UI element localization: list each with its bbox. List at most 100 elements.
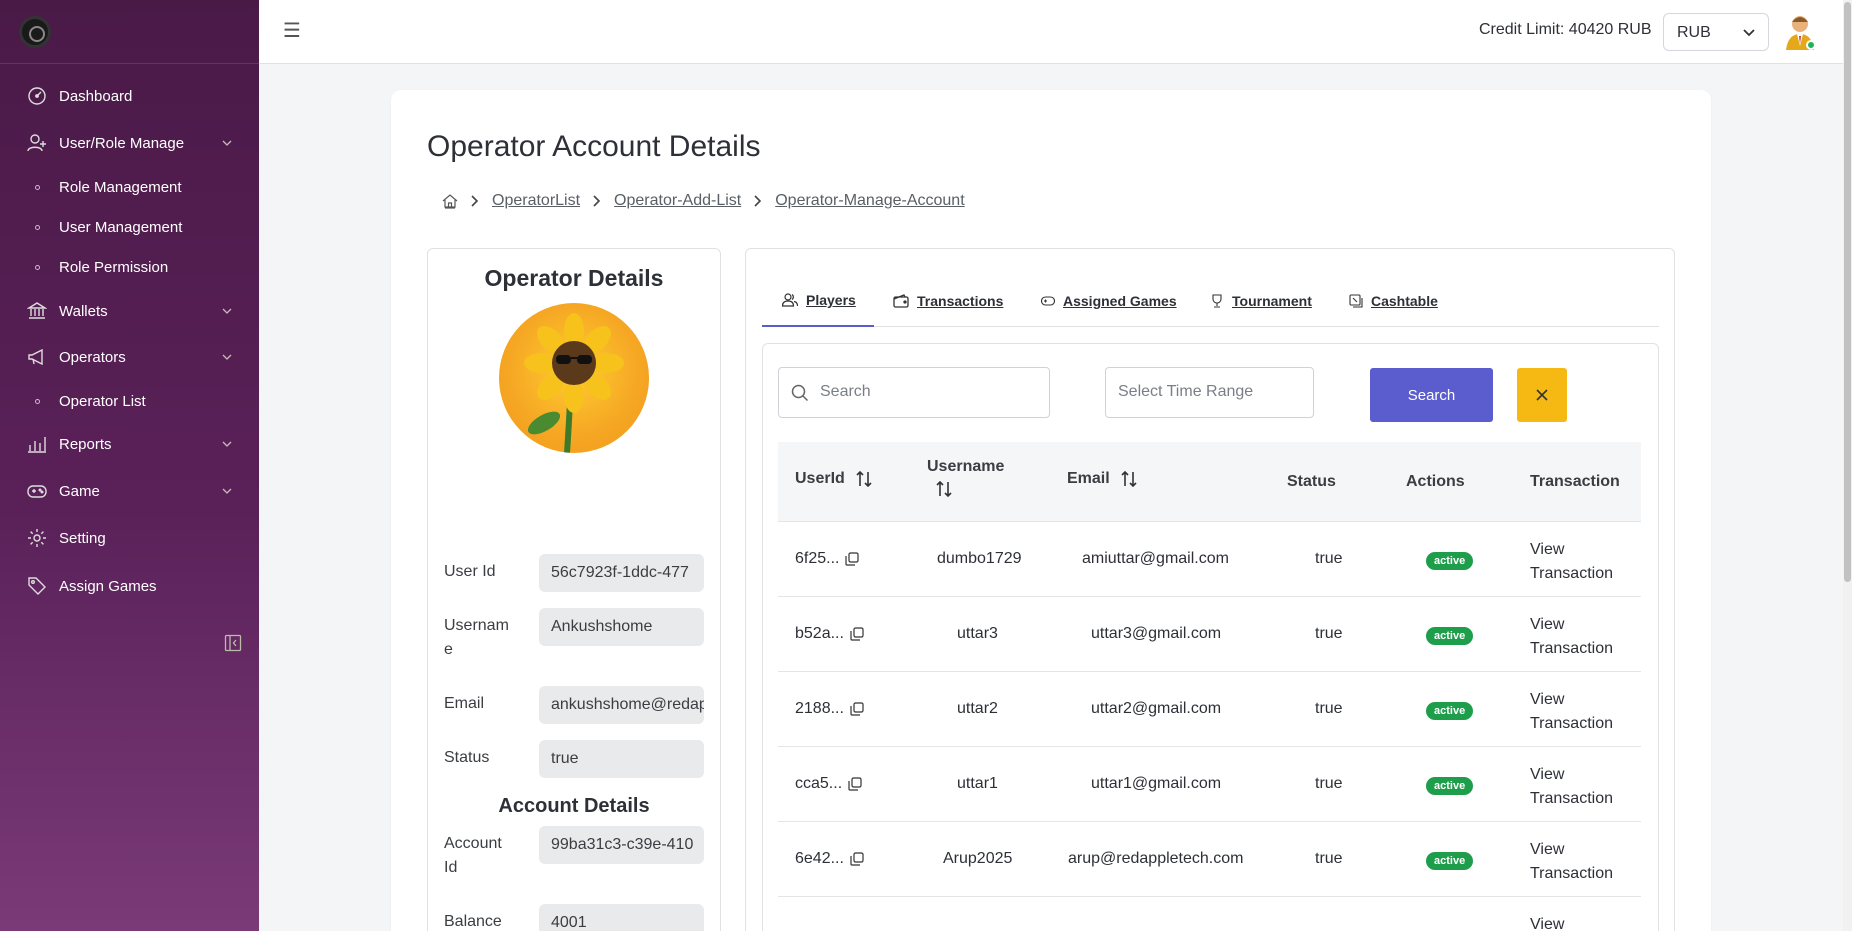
search-button[interactable]: Search xyxy=(1370,368,1493,422)
page-title: Operator Account Details xyxy=(427,130,761,163)
email-cell: arup@redappletech.com xyxy=(1068,850,1244,867)
sidebar-item-label: Wallets xyxy=(59,302,108,320)
scrollbar-thumb[interactable] xyxy=(1844,2,1851,582)
email-label: Email xyxy=(444,695,485,712)
copy-icon[interactable] xyxy=(850,852,864,866)
column-label: Transaction xyxy=(1530,473,1620,490)
active-badge[interactable]: active xyxy=(1426,777,1474,795)
user-id-text: b52a... xyxy=(795,625,844,642)
trophy-icon xyxy=(1210,294,1224,308)
sidebar-item-operator-list[interactable]: Operator List xyxy=(0,382,259,420)
sidebar-item-game[interactable]: Game xyxy=(0,472,259,510)
sidebar-item-user-management[interactable]: User Management xyxy=(0,208,259,246)
collapse-sidebar-icon[interactable] xyxy=(224,634,242,652)
page-scrollbar[interactable] xyxy=(1843,0,1852,931)
breadcrumb-link-operator-manage-account[interactable]: Operator-Manage-Account xyxy=(775,192,964,210)
status-cell: true xyxy=(1315,625,1343,642)
column-label: Email xyxy=(1067,470,1110,487)
sidebar-item-role-permission[interactable]: Role Permission xyxy=(0,248,259,286)
sidebar-item-dashboard[interactable]: Dashboard xyxy=(0,77,259,115)
view-transaction-link[interactable]: View Transaction xyxy=(1530,538,1630,586)
currency-select[interactable]: RUB xyxy=(1663,13,1769,51)
column-header-email[interactable]: Email xyxy=(1067,470,1138,488)
user-id-label: User Id xyxy=(444,563,496,580)
operator-details-title: Operator Details xyxy=(484,265,664,291)
breadcrumb-link-operator-add-list[interactable]: Operator-Add-List xyxy=(614,192,741,210)
sidebar-item-user-role-manage[interactable]: User/Role Manage xyxy=(0,124,259,162)
balance-field: 4001 xyxy=(539,904,704,931)
view-transaction-link[interactable]: View Transaction xyxy=(1530,688,1630,736)
tab-players[interactable]: Players xyxy=(762,275,874,327)
bullet-icon xyxy=(35,224,40,230)
tab-label: Transactions xyxy=(917,293,1004,309)
copy-icon[interactable] xyxy=(845,552,860,566)
copy-icon[interactable] xyxy=(850,702,864,716)
sort-icon[interactable] xyxy=(1120,470,1138,488)
tab-transactions[interactable]: Transactions xyxy=(893,275,1003,327)
chevron-right-icon xyxy=(753,194,763,208)
tab-label: Cashtable xyxy=(1371,293,1438,309)
chevron-right-icon xyxy=(470,194,480,208)
table-row: 2188... uttar2 uttar2@gmail.com true act… xyxy=(778,672,1641,747)
home-icon[interactable] xyxy=(442,193,458,209)
username-cell: uttar3 xyxy=(957,625,998,642)
sidebar-item-operators[interactable]: Operators xyxy=(0,338,259,376)
menu-icon[interactable]: ☰ xyxy=(283,20,301,42)
status-cell: true xyxy=(1315,850,1343,867)
sidebar-item-wallets[interactable]: Wallets xyxy=(0,292,259,330)
chevron-down-icon xyxy=(222,308,232,314)
view-transaction-link[interactable]: View Transaction xyxy=(1530,613,1630,661)
sort-icon[interactable] xyxy=(935,480,953,498)
table-row: 6e42... Arup2025 arup@redappletech.com t… xyxy=(778,822,1641,897)
sidebar-item-label: Game xyxy=(59,482,100,500)
tab-cashtable[interactable]: Cashtable xyxy=(1349,275,1438,327)
username-cell: dumbo1729 xyxy=(937,550,1022,567)
gamepad-icon xyxy=(1041,295,1055,307)
view-transaction-link[interactable]: View Transaction xyxy=(1530,763,1630,811)
view-transaction-link[interactable]: View xyxy=(1530,913,1630,931)
sidebar-item-reports[interactable]: Reports xyxy=(0,425,259,463)
username-field: Ankushshome xyxy=(539,608,704,646)
sidebar-item-label: Assign Games xyxy=(59,577,157,595)
bullet-icon xyxy=(35,264,40,270)
copy-icon[interactable] xyxy=(848,777,862,791)
column-label: Username xyxy=(927,458,1005,475)
table-row: b52a... uttar3 uttar3@gmail.com true act… xyxy=(778,597,1641,672)
column-header-status: Status xyxy=(1287,473,1336,491)
column-header-actions: Actions xyxy=(1406,473,1465,491)
tab-tournament[interactable]: Tournament xyxy=(1210,275,1312,327)
active-badge[interactable]: active xyxy=(1426,552,1474,570)
dashboard-icon xyxy=(26,85,48,107)
sidebar-item-setting[interactable]: Setting xyxy=(0,519,259,557)
view-transaction-link[interactable]: View Transaction xyxy=(1530,838,1630,886)
sidebar-item-role-management[interactable]: Role Management xyxy=(0,168,259,206)
bank-icon xyxy=(26,300,48,322)
column-header-userid[interactable]: UserId xyxy=(795,470,873,488)
sidebar-item-assign-games[interactable]: Assign Games xyxy=(0,567,259,605)
app-logo[interactable] xyxy=(19,16,51,48)
clear-button[interactable] xyxy=(1517,368,1567,422)
search-input[interactable]: Search xyxy=(778,367,1050,418)
time-range-input[interactable]: Select Time Range xyxy=(1105,367,1314,418)
email-cell: uttar2@gmail.com xyxy=(1091,700,1222,717)
megaphone-icon xyxy=(26,346,48,368)
column-header-username[interactable]: Username xyxy=(927,458,1004,498)
user-avatar[interactable] xyxy=(1782,12,1818,52)
online-status-indicator xyxy=(1806,40,1816,50)
active-badge[interactable]: active xyxy=(1426,702,1474,720)
table-header: UserId Username Email Status Actions Tra… xyxy=(778,442,1641,522)
active-badge[interactable]: active xyxy=(1426,627,1474,645)
bullet-icon xyxy=(35,398,40,404)
balance-label: Balance xyxy=(444,913,502,930)
tab-assigned-games[interactable]: Assigned Games xyxy=(1041,275,1177,327)
username-cell: uttar1 xyxy=(957,775,998,792)
chevron-down-icon xyxy=(222,354,232,360)
active-badge[interactable]: active xyxy=(1426,852,1474,870)
sort-icon[interactable] xyxy=(855,470,873,488)
user-id-cell: 2188... xyxy=(795,700,864,718)
breadcrumb-link-operator-list[interactable]: OperatorList xyxy=(492,192,580,210)
user-id-cell: cca5... xyxy=(795,775,862,793)
user-id-field: 56c7923f-1ddc-477 xyxy=(539,554,704,592)
status-cell: true xyxy=(1315,550,1343,567)
copy-icon[interactable] xyxy=(850,627,864,641)
